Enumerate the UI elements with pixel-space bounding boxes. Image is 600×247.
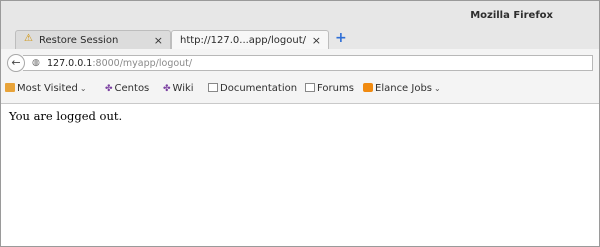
browser-window: Mozilla Firefox ⚠ Restore Session × http… <box>0 0 600 247</box>
tab-close-icon[interactable]: × <box>312 34 321 47</box>
tab-label: http://127.0...app/logout/ <box>180 35 306 46</box>
tab-strip: ⚠ Restore Session × http://127.0...app/l… <box>1 29 599 50</box>
url-host: 127.0.0.1 <box>47 58 93 69</box>
bookmark-most-visited[interactable]: Most Visited ⌄ <box>5 83 87 94</box>
chevron-down-icon: ⌄ <box>79 84 87 93</box>
tab-restore-session[interactable]: ⚠ Restore Session × <box>15 30 171 49</box>
bookmark-label: Wiki <box>172 83 194 94</box>
page-icon <box>208 83 218 92</box>
bookmark-label: Most Visited <box>17 83 78 94</box>
tab-logout[interactable]: http://127.0...app/logout/ × <box>171 30 329 49</box>
bookmark-label: Documentation <box>220 83 298 94</box>
bookmark-forums[interactable]: Forums <box>305 83 354 94</box>
centos-icon: ✤ <box>163 84 171 94</box>
warning-icon: ⚠ <box>24 33 33 44</box>
url-bar[interactable]: ◍ 127.0.0.1:8000/myapp/logout/ <box>23 55 593 71</box>
navigation-bar: ◍ 127.0.0.1:8000/myapp/logout/ ← <box>1 49 599 77</box>
url-path: :8000/myapp/logout/ <box>92 58 193 69</box>
rss-icon <box>363 83 373 92</box>
globe-icon: ◍ <box>32 58 40 68</box>
bookmark-elance-jobs[interactable]: Elance Jobs ⌄ <box>363 83 441 94</box>
bookmark-label: Elance Jobs <box>375 83 433 94</box>
bookmarks-toolbar: Most Visited ⌄ ✤ Centos ✤ Wiki Documentatio… <box>1 77 599 104</box>
bookmark-centos[interactable]: ✤ Centos <box>105 83 149 94</box>
chevron-down-icon: ⌄ <box>434 84 441 93</box>
title-bar: Mozilla Firefox <box>1 1 599 29</box>
back-arrow-icon: ← <box>11 56 21 69</box>
centos-icon: ✤ <box>105 84 113 94</box>
window-title: Mozilla Firefox <box>470 10 553 21</box>
bookmark-documentation[interactable]: Documentation <box>208 83 297 94</box>
bookmark-label: Centos <box>114 83 150 94</box>
back-button[interactable]: ← <box>7 54 25 72</box>
tab-label: Restore Session <box>39 35 119 46</box>
page-content: You are logged out. <box>1 104 599 246</box>
bookmark-wiki[interactable]: ✤ Wiki <box>163 83 194 94</box>
new-tab-button[interactable]: + <box>335 30 347 46</box>
bookmark-label: Forums <box>317 83 354 94</box>
url-text: 127.0.0.1:8000/myapp/logout/ <box>47 58 192 69</box>
folder-icon <box>5 83 15 92</box>
page-icon <box>305 83 315 92</box>
logout-message: You are logged out. <box>9 109 123 123</box>
tab-close-icon[interactable]: × <box>154 34 163 47</box>
